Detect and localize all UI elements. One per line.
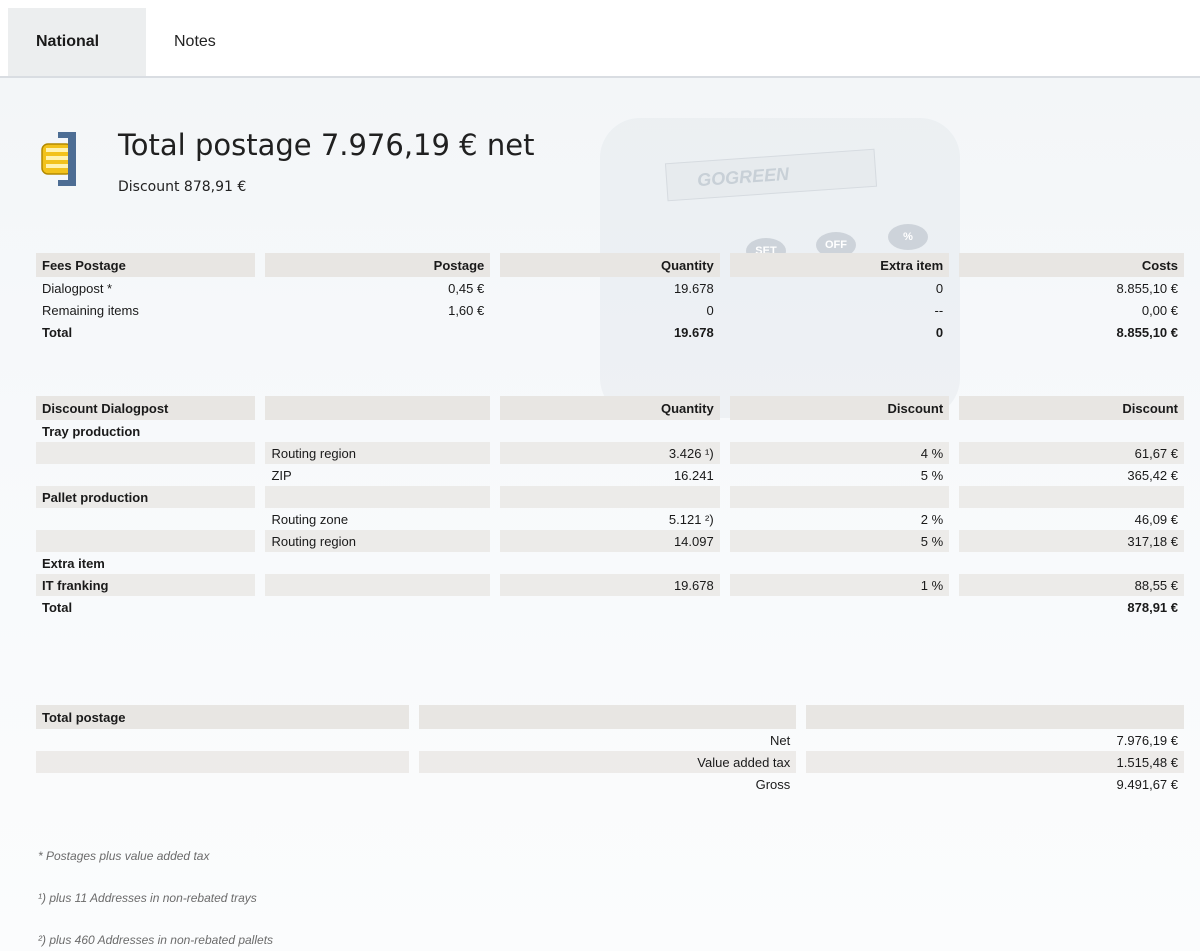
table-total-row: Total 878,91 €	[42, 599, 1178, 615]
table-header-row: Fees Postage Postage Quantity Extra item…	[36, 253, 1184, 277]
table-header-row: Discount Dialogpost Quantity Discount Di…	[36, 396, 1184, 420]
table-row: Routing region 3.426 ¹) 4 % 61,67 €	[36, 442, 1184, 464]
table-row: Dialogpost * 0,45 € 19.678 0 8.855,10 €	[42, 280, 1178, 296]
tab-national[interactable]: National	[8, 8, 146, 76]
table-header-row: Total postage	[36, 705, 1184, 729]
table-row: IT franking 19.678 1 % 88,55 €	[36, 574, 1184, 596]
tab-bar: National Notes	[0, 0, 1200, 78]
footnote-vat: * Postages plus value added tax	[38, 849, 210, 863]
total-postage-table: Total postage Net 7.976,19 € Value added…	[26, 705, 1194, 795]
table-row: Tray production	[42, 423, 141, 439]
page-title: Total postage 7.976,19 € net	[118, 128, 535, 162]
footnote-pallets: ²) plus 460 Addresses in non-rebated pal…	[38, 933, 274, 947]
discount-table: Discount Dialogpost Quantity Discount Di…	[26, 396, 1194, 618]
discount-summary: Discount 878,91 €	[118, 179, 247, 195]
clamp-icon	[41, 132, 76, 186]
table-row: Pallet production	[36, 486, 1184, 508]
table-row: Net 7.976,19 €	[770, 732, 1178, 748]
table-row: Remaining items 1,60 € 0 -- 0,00 €	[42, 302, 1178, 318]
content-panel: GOGREEN SET OFF % Total postage 7.976,19…	[0, 78, 1200, 951]
table-row: Value added tax 1.515,48 €	[36, 751, 1184, 773]
tab-notes[interactable]: Notes	[174, 8, 216, 76]
table-row: Routing region 14.097 5 % 317,18 €	[36, 530, 1184, 552]
table-row: Gross 9.491,67 €	[755, 776, 1178, 792]
table-total-row: Total 19.678 0 8.855,10 €	[42, 324, 1178, 340]
fees-table: Fees Postage Postage Quantity Extra item…	[26, 253, 1194, 343]
footnote-trays: ¹) plus 11 Addresses in non-rebated tray…	[38, 891, 257, 905]
table-row: Extra item	[42, 555, 105, 571]
table-row: ZIP 16.241 5 % 365,42 €	[271, 467, 1178, 483]
table-row: Routing zone 5.121 ²) 2 % 46,09 €	[271, 511, 1178, 527]
